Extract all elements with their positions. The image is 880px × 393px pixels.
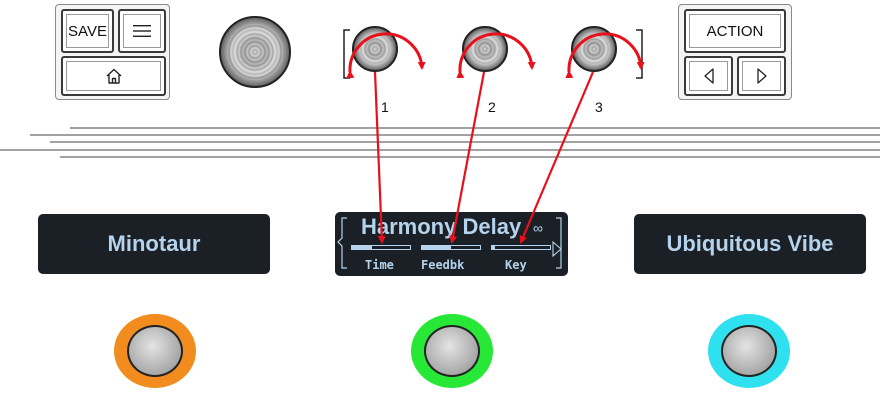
footswitch-center-cap [424, 325, 480, 377]
param-bar-feedbk [421, 245, 481, 250]
footswitch-right-cap [721, 325, 777, 377]
footswitch-left[interactable] [114, 314, 196, 388]
param-label-feedbk: Feedbk [421, 258, 465, 272]
scribble-strip-right: Ubiquitous Vibe [634, 214, 866, 274]
param-bar-time-fill [352, 246, 373, 249]
param-label-time: Time [365, 258, 394, 272]
param-bar-key [491, 245, 551, 250]
infinity-symbol: ∞ [533, 220, 543, 236]
footswitch-left-cap [127, 325, 183, 377]
scribble-strip-right-text: Ubiquitous Vibe [666, 231, 834, 256]
param-label-key: Key [505, 258, 527, 272]
footswitch-right[interactable] [708, 314, 790, 388]
scribble-strip-center: Harmony Delay ∞ Time Feedbk Key [335, 212, 568, 276]
scribble-strip-left-text: Minotaur [107, 231, 201, 256]
param-bar-feedbk-fill [422, 246, 451, 249]
footswitch-center[interactable] [411, 314, 493, 388]
center-strip-title: Harmony Delay [361, 214, 522, 239]
scribble-strip-left: Minotaur [38, 214, 270, 274]
param-bar-time [351, 245, 411, 250]
param-bar-key-fill [492, 246, 495, 249]
